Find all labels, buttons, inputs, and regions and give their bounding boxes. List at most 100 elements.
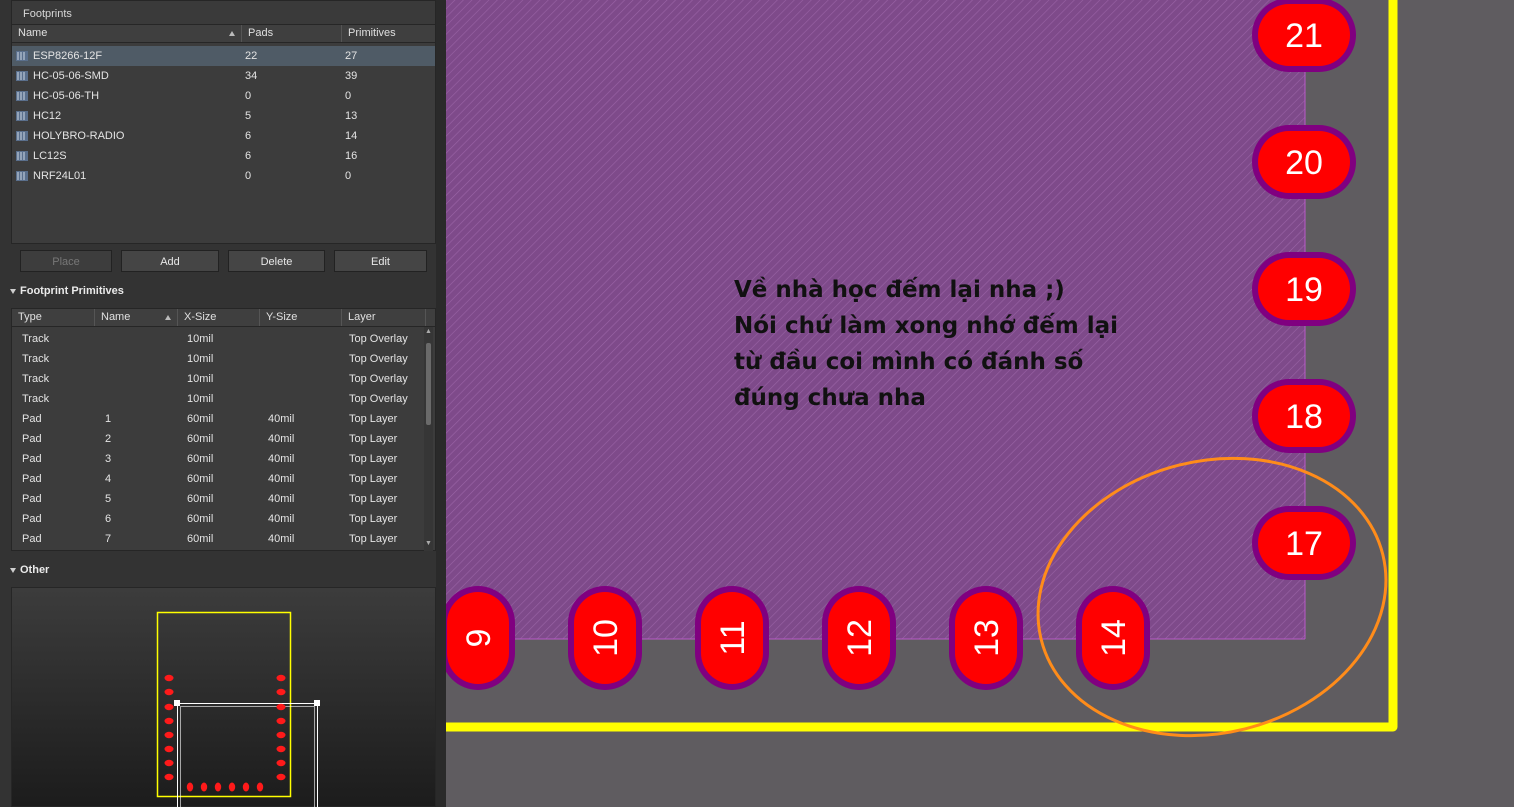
footprint-row[interactable]: ESP8266-12F 22 27: [12, 46, 435, 66]
pcb-pad: 19: [1252, 252, 1356, 326]
pcb-pad: 18: [1252, 379, 1356, 453]
footprint-icon: [16, 131, 28, 141]
footprint-primitives: 14: [345, 130, 358, 142]
primitive-type: Pad: [22, 533, 42, 545]
primitive-layer: Top Layer: [349, 493, 398, 505]
preview-pad: [164, 731, 174, 739]
primitive-row[interactable]: Track 10mil Top Overlay: [12, 349, 423, 369]
note-line: đúng chưa nha: [734, 385, 926, 411]
place-button[interactable]: Place: [20, 250, 112, 272]
primitive-layer: Top Layer: [349, 453, 398, 465]
preview-pad: [256, 782, 264, 792]
col-header-name[interactable]: Name: [12, 25, 242, 42]
col-header-layer[interactable]: Layer: [342, 309, 426, 326]
primitive-row[interactable]: Track 10mil Top Overlay: [12, 369, 423, 389]
primitive-layer: Top Overlay: [349, 393, 408, 405]
col-header-pname-label: Name: [101, 311, 131, 323]
primitive-ysize: 40mil: [268, 413, 295, 425]
primitive-type: Pad: [22, 473, 42, 485]
primitive-xsize: 60mil: [187, 513, 214, 525]
primitive-name: 1: [105, 413, 112, 425]
add-button[interactable]: Add: [121, 250, 219, 272]
delete-button[interactable]: Delete: [228, 250, 325, 272]
pad-number: 14: [1095, 619, 1133, 657]
pcb-pad: 11: [695, 586, 769, 690]
footprints-table: Name Pads Primitives ESP8266-12F 22 27 HC-0…: [11, 24, 436, 244]
col-header-pname[interactable]: Name: [95, 309, 178, 326]
primitive-row[interactable]: Pad 6 60mil 40mil Top Layer: [12, 509, 423, 529]
pcb-pad: 12: [822, 586, 896, 690]
other-section-header[interactable]: Other: [10, 561, 49, 579]
primitives-section-header[interactable]: Footprint Primitives: [10, 282, 124, 300]
primitive-row[interactable]: Pad 7 60mil 40mil Top Layer: [12, 529, 423, 549]
primitive-type: Pad: [22, 493, 42, 505]
pcb-pad: 21: [1252, 0, 1356, 72]
col-header-ysize[interactable]: Y-Size: [260, 309, 342, 326]
primitive-name: 3: [105, 453, 112, 465]
primitive-layer: Top Overlay: [349, 353, 408, 365]
primitive-type: Track: [22, 353, 50, 365]
primitive-row[interactable]: Track 10mil Top Overlay: [12, 329, 423, 349]
col-header-ysize-label: Y-Size: [266, 311, 298, 323]
col-header-primitives[interactable]: Primitives: [342, 25, 437, 42]
preview-pad: [164, 759, 174, 767]
col-header-layer-label: Layer: [348, 311, 376, 323]
footprint-row[interactable]: HOLYBRO-RADIO 6 14: [12, 126, 435, 146]
primitives-scrollbar[interactable]: ▲ ▼: [424, 327, 433, 551]
primitive-name: 6: [105, 513, 112, 525]
footprint-icon: [16, 111, 28, 121]
primitive-layer: Top Overlay: [349, 333, 408, 345]
pcb-pad: 20: [1252, 125, 1356, 199]
footprints-group-title: Footprints: [11, 0, 436, 24]
footprint-name: HC-05-06-SMD: [33, 70, 109, 82]
primitive-row[interactable]: Pad 1 60mil 40mil Top Layer: [12, 409, 423, 429]
pcb-pad: 9: [446, 586, 515, 690]
pad-number: 11: [714, 620, 752, 655]
footprint-row[interactable]: LC12S 6 16: [12, 146, 435, 166]
primitive-layer: Top Layer: [349, 413, 398, 425]
primitive-xsize: 60mil: [187, 433, 214, 445]
pcb-pad: 13: [949, 586, 1023, 690]
primitive-type: Pad: [22, 413, 42, 425]
col-header-xsize[interactable]: X-Size: [178, 309, 260, 326]
primitive-ysize: 40mil: [268, 533, 295, 545]
primitive-row[interactable]: Pad 3 60mil 40mil Top Layer: [12, 449, 423, 469]
col-header-type[interactable]: Type: [12, 309, 95, 326]
col-header-pads[interactable]: Pads: [242, 25, 342, 42]
primitive-layer: Top Layer: [349, 433, 398, 445]
footprint-row[interactable]: HC12 5 13: [12, 106, 435, 126]
panel-splitter[interactable]: [436, 0, 446, 807]
footprint-row[interactable]: NRF24L01 0 0: [12, 166, 435, 186]
note-line: Nói chứ làm xong nhớ đếm lại: [734, 313, 1119, 339]
footprint-preview[interactable]: [11, 587, 436, 807]
collapse-triangle-icon: [10, 567, 16, 573]
footprint-icon: [16, 71, 28, 81]
preview-pad: [200, 782, 208, 792]
footprint-icon: [16, 151, 28, 161]
edit-button[interactable]: Edit: [334, 250, 427, 272]
preview-pad: [228, 782, 236, 792]
annotation-note: Về nhà học đếm lại nha ;) Nói chứ làm xo…: [734, 272, 1118, 416]
footprint-row[interactable]: HC-05-06-TH 0 0: [12, 86, 435, 106]
preview-graphic: [156, 611, 320, 807]
primitive-ysize: 40mil: [268, 513, 295, 525]
primitive-row[interactable]: Pad 4 60mil 40mil Top Layer: [12, 469, 423, 489]
primitive-type: Track: [22, 393, 50, 405]
primitives-scroll-thumb[interactable]: [426, 343, 431, 425]
pad-number: 19: [1285, 271, 1323, 309]
col-header-name-label: Name: [18, 27, 48, 39]
scroll-down-icon[interactable]: ▼: [424, 539, 433, 549]
footprints-header: Name Pads Primitives: [12, 25, 435, 43]
scroll-up-icon[interactable]: ▲: [424, 327, 433, 337]
primitive-xsize: 10mil: [187, 333, 214, 345]
pad-number: 9: [460, 629, 498, 648]
primitive-layer: Top Layer: [349, 533, 398, 545]
footprint-row[interactable]: HC-05-06-SMD 34 39: [12, 66, 435, 86]
pcb-pad: 14: [1076, 586, 1150, 690]
primitive-row[interactable]: Pad 5 60mil 40mil Top Layer: [12, 489, 423, 509]
primitive-row[interactable]: Track 10mil Top Overlay: [12, 389, 423, 409]
preview-pad: [276, 674, 286, 682]
primitives-section-title: Footprint Primitives: [20, 285, 124, 297]
primitive-row[interactable]: Pad 2 60mil 40mil Top Layer: [12, 429, 423, 449]
footprints-title: Footprints: [23, 8, 72, 20]
